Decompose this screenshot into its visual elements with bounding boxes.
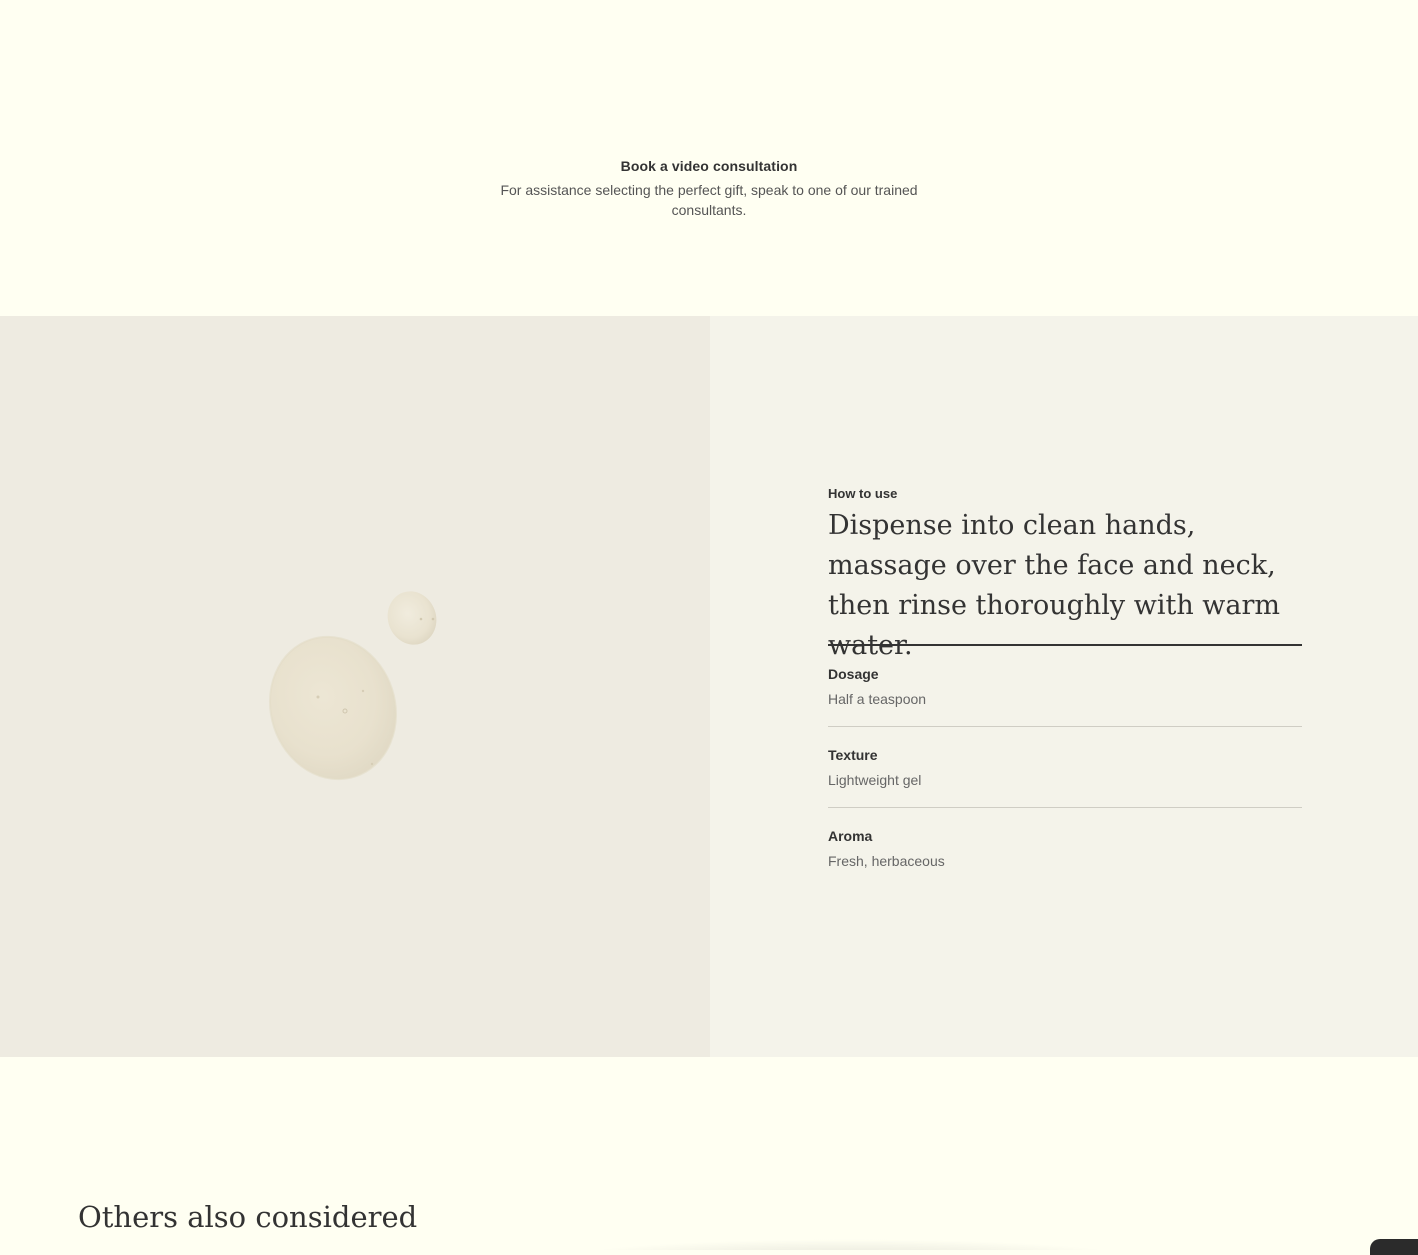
- product-card-edge[interactable]: [1370, 1239, 1418, 1255]
- attribute-dosage: Dosage Half a teaspoon: [828, 646, 1302, 727]
- how-to-use-label: How to use: [828, 486, 898, 501]
- attribute-value: Fresh, herbaceous: [828, 853, 945, 869]
- attribute-label: Dosage: [828, 666, 879, 682]
- attribute-label: Texture: [828, 747, 878, 763]
- consultation-section: Book a video consultation For assistance…: [0, 0, 1418, 316]
- small-gel-droplet: [387, 591, 437, 645]
- attribute-label: Aroma: [828, 828, 873, 844]
- consultation-title[interactable]: Book a video consultation: [0, 157, 1418, 175]
- how-to-use-section: How to use Dispense into clean hands, ma…: [0, 316, 1418, 1057]
- others-section-title: Others also considered: [78, 1200, 418, 1234]
- product-card-shadow: [560, 1239, 1140, 1250]
- product-attributes-list: Dosage Half a teaspoon Texture Lightweig…: [828, 646, 1302, 888]
- consultation-description: For assistance selecting the perfect gif…: [500, 182, 918, 218]
- attribute-value: Half a teaspoon: [828, 691, 927, 707]
- attribute-texture: Texture Lightweight gel: [828, 727, 1302, 808]
- large-gel-droplet: [269, 636, 397, 780]
- gel-droplets-image: [268, 591, 437, 781]
- product-texture-image: [0, 316, 710, 1057]
- others-also-considered-section: Others also considered: [0, 1057, 1418, 1250]
- how-to-use-panel: How to use Dispense into clean hands, ma…: [710, 316, 1418, 1057]
- attribute-aroma: Aroma Fresh, herbaceous: [828, 808, 1302, 888]
- how-to-use-instructions: Dispense into clean hands, massage over …: [828, 510, 1281, 661]
- attribute-value: Lightweight gel: [828, 772, 922, 788]
